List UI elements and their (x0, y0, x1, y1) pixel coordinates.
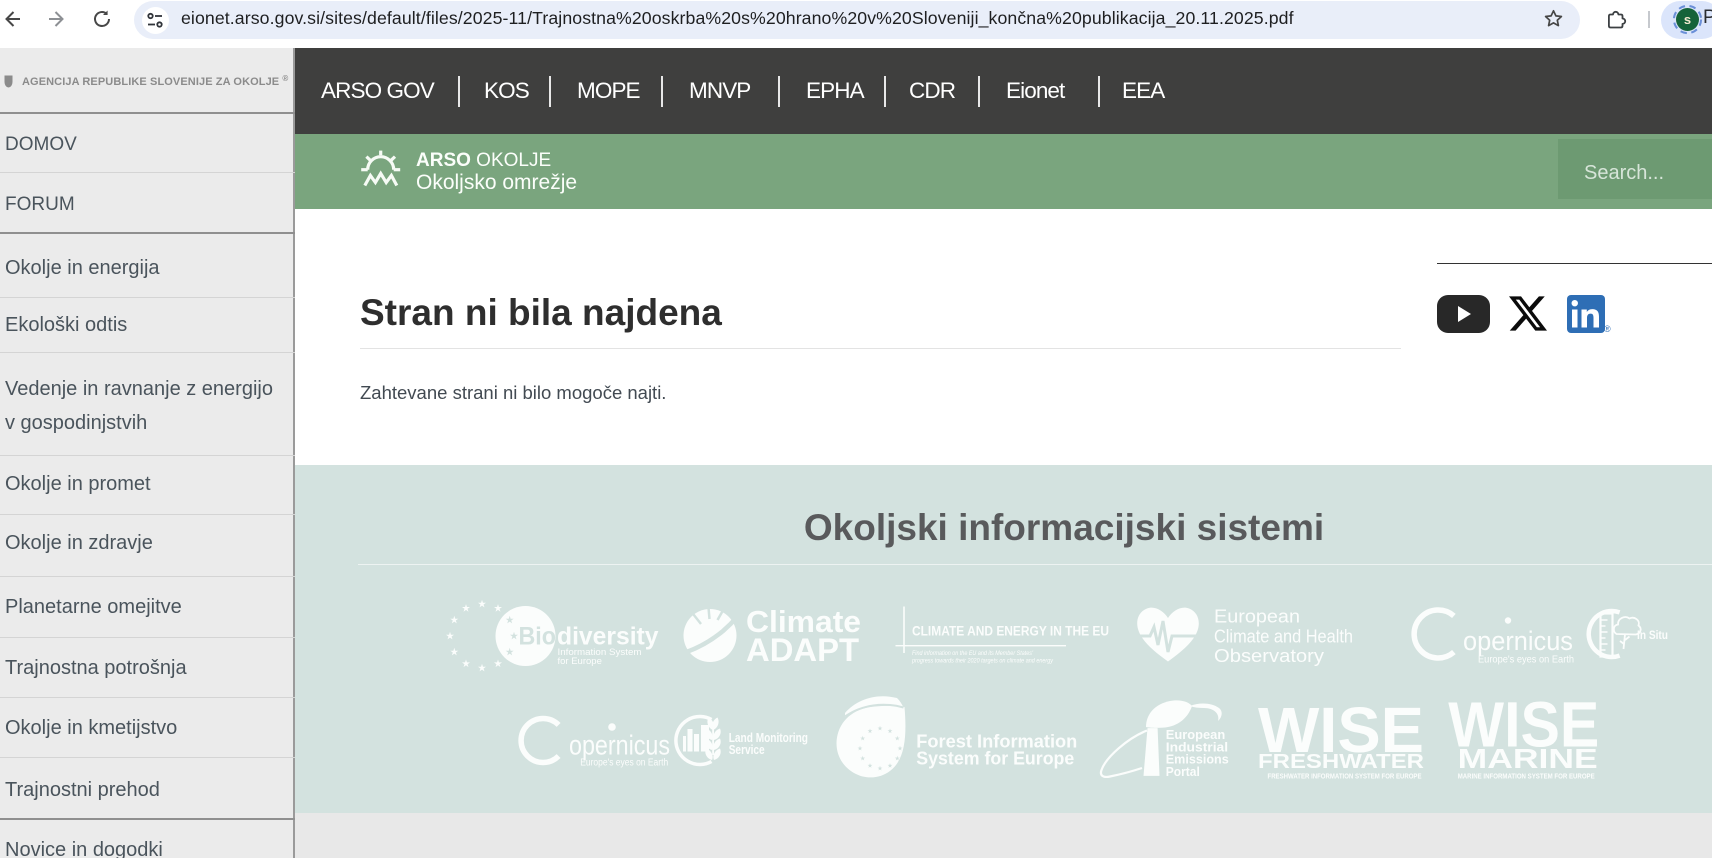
svg-text:European: European (1214, 607, 1300, 627)
svg-text:Bio: Bio (519, 623, 557, 651)
svg-text:MARINE: MARINE (1458, 743, 1598, 774)
svg-text:In Situ: In Situ (1637, 630, 1668, 642)
svg-text:MARINE INFORMATION SYSTEM FOR: MARINE INFORMATION SYSTEM FOR EUROPE (1458, 774, 1595, 781)
svg-text:Service: Service (729, 742, 765, 757)
svg-text:FRESHWATER INFORMATION SYSTEM: FRESHWATER INFORMATION SYSTEM FOR EUROPE (1268, 774, 1422, 781)
svg-text:for Europe: for Europe (558, 656, 602, 667)
svg-text:System for Europe: System for Europe (916, 749, 1074, 769)
svg-text:Europe's eyes on Earth: Europe's eyes on Earth (580, 758, 668, 769)
svg-text:progress towards their 2020 ta: progress towards their 2020 targets on c… (911, 658, 1053, 665)
svg-text:Portal: Portal (1166, 764, 1200, 779)
svg-text:Climate and Health: Climate and Health (1214, 626, 1353, 646)
svg-text:ADAPT: ADAPT (746, 632, 859, 668)
svg-text:opernicus: opernicus (1463, 626, 1573, 656)
svg-text:CLIMATE AND ENERGY IN THE EU: CLIMATE AND ENERGY IN THE EU (912, 622, 1109, 638)
svg-text:opernicus: opernicus (569, 730, 670, 761)
svg-text:Europe's eyes on Earth: Europe's eyes on Earth (1478, 655, 1574, 666)
svg-text:Find information on the EU and: Find information on the EU and its Membe… (912, 650, 1034, 657)
svg-text:Observatory: Observatory (1214, 646, 1324, 666)
svg-text:FRESHWATER: FRESHWATER (1258, 750, 1424, 773)
